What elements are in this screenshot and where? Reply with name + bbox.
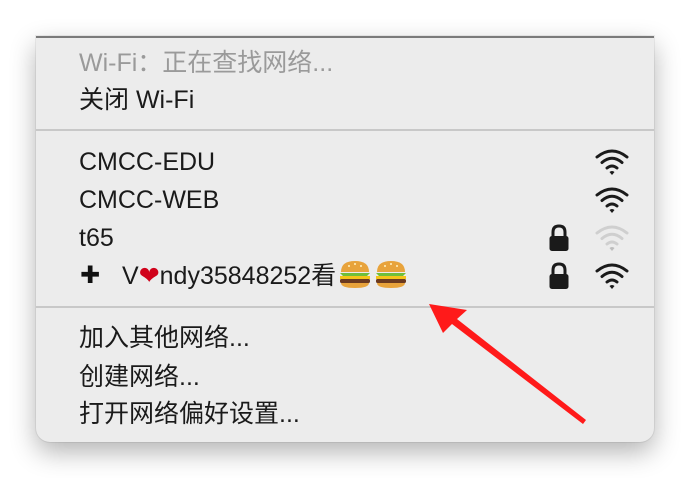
menu-separator xyxy=(36,129,654,131)
heart-emoji: ❤ xyxy=(138,262,160,290)
network-name: CMCC-WEB xyxy=(79,186,220,214)
wifi-icon xyxy=(595,263,629,289)
network-name: CMCC-EDU xyxy=(79,148,216,176)
join-other-network-item[interactable]: 加入其他网络... xyxy=(36,319,654,357)
lock-icon xyxy=(549,224,569,251)
wifi-icon xyxy=(595,149,629,175)
network-name-prefix: V xyxy=(122,262,139,290)
wifi-status-row: Wi-Fi：正在查找网络... xyxy=(36,44,654,82)
hamburger-emoji xyxy=(340,261,371,288)
plus-icon: ✚ xyxy=(80,262,101,289)
wifi-icon xyxy=(595,225,629,251)
network-item-t65[interactable]: t65 xyxy=(36,219,654,257)
screenshot-stage: Wi-Fi：正在查找网络... 关闭 Wi-Fi CMCC-EDU CMCC-W… xyxy=(0,0,690,478)
wifi-menu: Wi-Fi：正在查找网络... 关闭 Wi-Fi CMCC-EDU CMCC-W… xyxy=(36,36,654,442)
turn-off-wifi-item[interactable]: 关闭 Wi-Fi xyxy=(36,81,654,119)
wifi-status-label: Wi-Fi：正在查找网络... xyxy=(79,49,334,77)
turn-off-wifi-label: 关闭 Wi-Fi xyxy=(79,86,195,114)
hamburger-emoji xyxy=(376,261,407,288)
network-name: t65 xyxy=(79,224,114,252)
join-other-network-label: 加入其他网络... xyxy=(79,324,250,352)
lock-icon xyxy=(549,262,569,289)
wifi-icon xyxy=(595,187,629,213)
create-network-label: 创建网络... xyxy=(79,363,200,391)
menu-separator xyxy=(36,306,654,308)
create-network-item[interactable]: 创建网络... xyxy=(36,358,654,396)
network-name-suffix: ndy35848252看 xyxy=(159,262,337,290)
network-item-custom[interactable]: ✚ V❤ndy35848252看 xyxy=(36,257,654,295)
open-network-preferences-label: 打开网络偏好设置... xyxy=(79,400,300,428)
network-item-cmcc-web[interactable]: CMCC-WEB xyxy=(36,181,654,219)
network-item-cmcc-edu[interactable]: CMCC-EDU xyxy=(36,143,654,181)
open-network-preferences-item[interactable]: 打开网络偏好设置... xyxy=(36,395,654,433)
network-name: V❤ndy35848252看 xyxy=(122,257,408,295)
